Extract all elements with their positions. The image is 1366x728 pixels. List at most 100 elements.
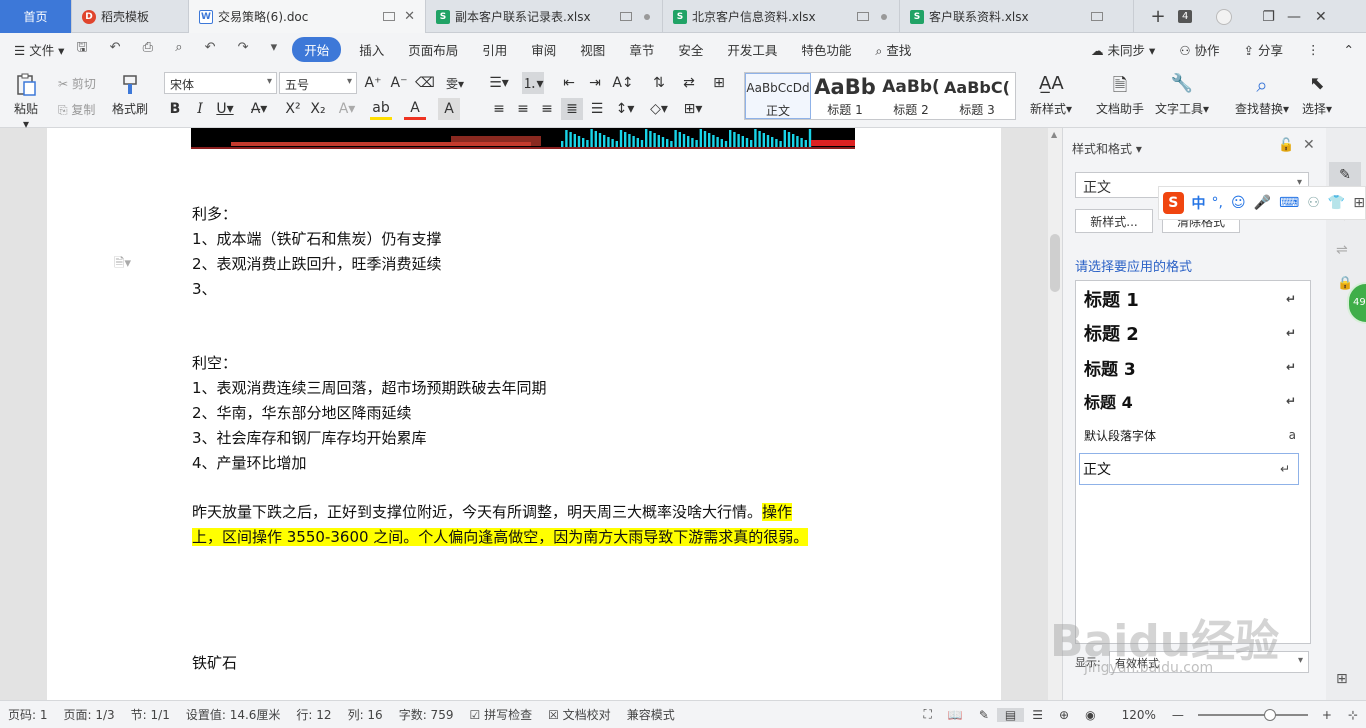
paragraph-marker-icon[interactable]: 🗎▾	[114, 254, 131, 276]
style-list-item[interactable]: 标题 2 ↵	[1082, 317, 1304, 349]
new-style-panel-button[interactable]: 新样式...	[1075, 209, 1153, 233]
status-row[interactable]: 行: 12	[288, 706, 339, 723]
doc-line[interactable]: 4、产量环比增加	[192, 452, 307, 473]
tools-icon[interactable]: ⊞	[1353, 195, 1365, 211]
eraser-icon[interactable]: ⌫	[414, 72, 436, 94]
tab-count-badge[interactable]: 4	[1178, 10, 1193, 23]
copy-button[interactable]: ⎘ 复制	[58, 101, 95, 118]
distributed-icon[interactable]: ☰	[586, 98, 608, 120]
outline-view-icon[interactable]: ☰	[1024, 708, 1051, 722]
paste-button[interactable]: 粘贴 ▾	[10, 73, 42, 131]
bullets-icon[interactable]: ☰▾	[488, 72, 510, 94]
pinyin-icon[interactable]: 雯▾	[444, 72, 466, 94]
panel-close-icon[interactable]: ✕	[1303, 137, 1315, 153]
doc-line[interactable]: 1、表观消费连续三周回落，超市场预期跌破去年同期	[192, 377, 547, 398]
page-view-icon[interactable]: ▤	[996, 707, 1025, 722]
ime-punct-mode[interactable]: °,	[1212, 195, 1223, 211]
tab-xlsx-2[interactable]: S 北京客户信息资料.xlsx	[663, 0, 900, 33]
ime-chinese-mode[interactable]: 中	[1192, 193, 1206, 213]
menu-security[interactable]: 安全	[666, 40, 715, 59]
status-words[interactable]: 字数: 759	[391, 706, 462, 723]
style-list-item[interactable]: 标题 1 ↵	[1082, 283, 1304, 315]
strikethrough-icon[interactable]: A̶▾	[248, 98, 270, 120]
format-painter-button[interactable]: 格式刷	[108, 73, 152, 117]
doc-line[interactable]: 2、华南，华东部分地区降雨延续	[192, 402, 412, 423]
panel-title[interactable]: 样式和格式 ▾	[1072, 140, 1142, 157]
style-heading1[interactable]: AaBb 标题 1	[812, 73, 878, 119]
sort-icon[interactable]: ⇅	[648, 72, 670, 94]
cut-button[interactable]: ✂ 剪切	[58, 75, 96, 92]
style-normal[interactable]: AaBbCcDd 正文	[745, 73, 811, 119]
scroll-up-icon[interactable]: ▲	[1051, 130, 1057, 139]
read-mode-icon[interactable]: 📖	[940, 708, 971, 722]
add-tab-icon[interactable]: +	[1148, 6, 1168, 27]
shrink-font-icon[interactable]: A⁻	[388, 72, 410, 94]
highlight-icon[interactable]: ab	[370, 98, 392, 120]
doc-proof-button[interactable]: ☒ 文档校对	[540, 706, 619, 723]
style-list-item[interactable]: 标题 4 ↵	[1082, 385, 1304, 417]
text-direction-icon[interactable]: A↕	[612, 72, 634, 94]
sidebar-grid-icon[interactable]: ⊞	[1336, 671, 1348, 687]
quick-access-icons[interactable]: 🖫 ↶ ⎙ ⌕ ↶ ↷ ▾	[76, 38, 286, 60]
new-style-button[interactable]: A̲A 新样式▾	[1026, 73, 1076, 117]
underline-icon[interactable]: U▾	[214, 98, 236, 120]
borders-icon[interactable]: ⊞▾	[682, 98, 704, 120]
fullscreen-icon[interactable]: ⛶	[915, 707, 939, 722]
superscript-icon[interactable]: X²	[282, 98, 304, 120]
collab-button[interactable]: ⚇ 协作	[1167, 40, 1231, 59]
menu-dev-tools[interactable]: 开发工具	[715, 40, 789, 59]
sync-status[interactable]: ☁ 未同步 ▾	[1079, 40, 1167, 59]
doc-helper-button[interactable]: 🗎 文档助手	[1094, 73, 1146, 117]
doc-line[interactable]: 利多：	[192, 203, 237, 224]
sogou-logo-icon[interactable]: S	[1163, 192, 1184, 214]
style-heading2[interactable]: AaBb( 标题 2	[878, 73, 944, 119]
align-left-icon[interactable]: ≡	[488, 98, 510, 120]
more-icon[interactable]: ⋮	[1295, 42, 1332, 57]
style-list-item[interactable]: 默认段落字体 a	[1082, 419, 1304, 451]
menu-features[interactable]: 特色功能	[789, 40, 863, 59]
menu-view[interactable]: 视图	[568, 40, 617, 59]
grow-font-icon[interactable]: A⁺	[362, 72, 384, 94]
increase-indent-icon[interactable]: ⇥	[584, 72, 606, 94]
menu-chapter[interactable]: 章节	[617, 40, 666, 59]
zoom-in-icon[interactable]: +	[1314, 708, 1340, 722]
font-size-select[interactable]: 五号	[279, 72, 357, 94]
tab-daoke[interactable]: D 稻壳模板	[72, 0, 189, 33]
italic-icon[interactable]: I	[189, 98, 211, 120]
window-close-icon[interactable]: ✕	[1315, 9, 1327, 25]
status-section[interactable]: 节: 1/1	[123, 706, 178, 723]
monitor-icon[interactable]	[857, 12, 869, 21]
eye-protect-icon[interactable]: ◉	[1077, 708, 1103, 722]
share-button[interactable]: ⇪ 分享	[1232, 40, 1295, 59]
bold-icon[interactable]: B	[164, 98, 186, 120]
status-setting[interactable]: 设置值: 14.6厘米	[178, 706, 289, 723]
tab-xlsx-3[interactable]: S 客户联系资料.xlsx	[900, 0, 1134, 33]
microphone-icon[interactable]: 🎤	[1254, 195, 1271, 211]
doc-line[interactable]: 2、表观消费止跌回升，旺季消费延续	[192, 253, 442, 274]
doc-line[interactable]: 利空：	[192, 352, 237, 373]
sidebar-settings-icon[interactable]: ⇌	[1336, 242, 1348, 258]
numbering-icon[interactable]: ⒈▾	[522, 72, 544, 94]
user-icon[interactable]: ⚇	[1307, 195, 1320, 211]
monitor-icon[interactable]	[1091, 12, 1103, 21]
style-heading3[interactable]: AaBbC( 标题 3	[944, 73, 1010, 119]
status-page[interactable]: 页码: 1	[0, 706, 56, 723]
doc-line[interactable]: 1、成本端（铁矿石和焦炭）仍有支撑	[192, 228, 442, 249]
web-view-icon[interactable]: ⊕	[1051, 708, 1077, 722]
zoom-level[interactable]: 120%	[1114, 708, 1164, 722]
edit-mode-icon[interactable]: ✎	[971, 708, 997, 722]
restore-icon[interactable]: ❐	[1262, 9, 1275, 25]
style-list-item-selected[interactable]: 正文 ↵	[1079, 453, 1299, 485]
menu-review[interactable]: 审阅	[519, 40, 568, 59]
file-menu[interactable]: ☰ 文件 ▾	[0, 40, 76, 59]
zoom-slider[interactable]	[1197, 708, 1308, 721]
menu-layout[interactable]: 页面布局	[396, 40, 470, 59]
user-icon[interactable]	[1216, 8, 1233, 25]
spell-check-button[interactable]: ☑ 拼写检查	[461, 706, 540, 723]
align-center-icon[interactable]: ≡	[512, 98, 534, 120]
monitor-icon[interactable]	[620, 12, 632, 21]
tab-xlsx-1[interactable]: S 副本客户联系记录表.xlsx	[426, 0, 663, 33]
menu-search[interactable]: ⌕ 查找	[863, 40, 923, 59]
convert-icon[interactable]: ⇄	[678, 72, 700, 94]
lock-icon[interactable]: 🔓	[1278, 138, 1294, 153]
